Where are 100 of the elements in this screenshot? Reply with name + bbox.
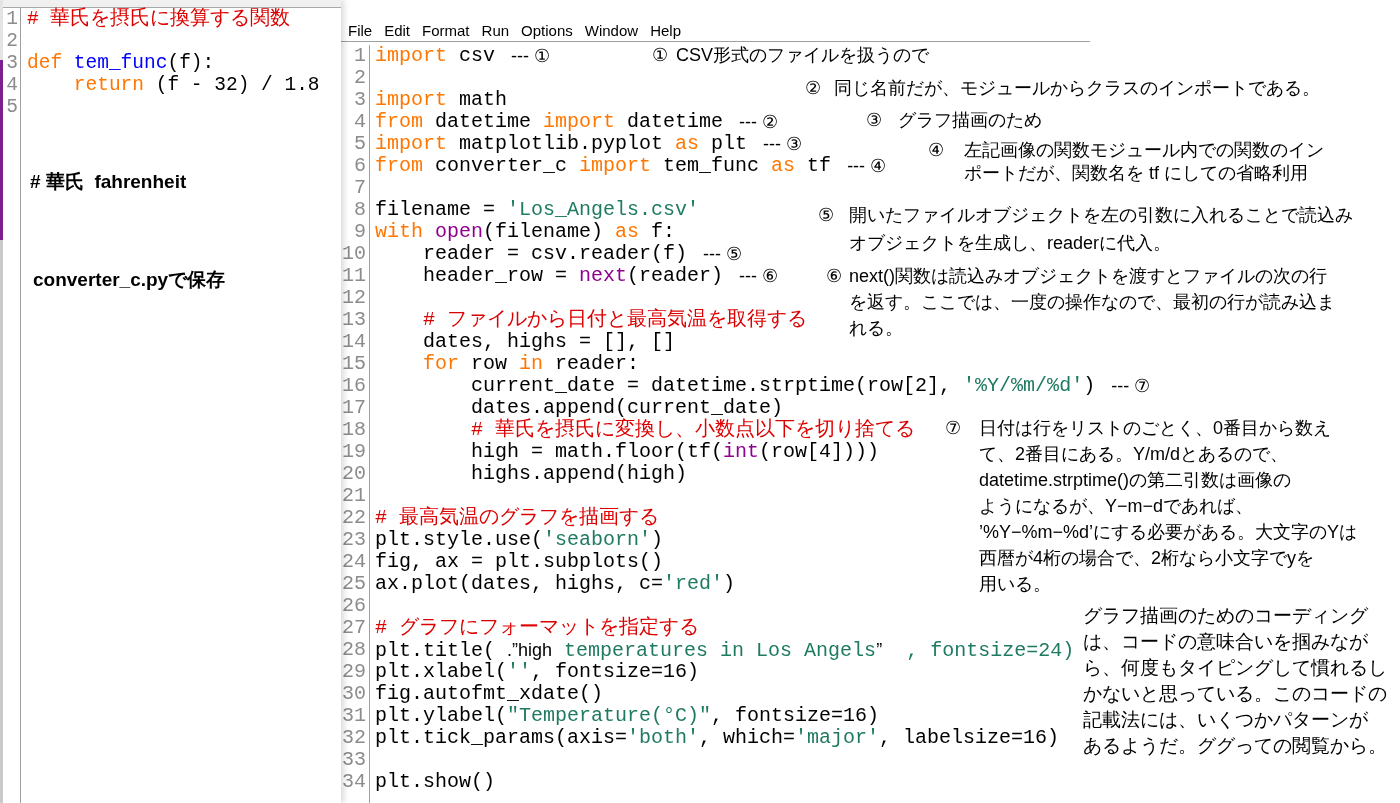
line-number: 29	[342, 661, 366, 683]
line-number: 16	[342, 375, 366, 397]
callout-number: ⑥	[826, 265, 842, 288]
line-number: 3	[354, 89, 366, 111]
code-line: def tem_func(f):	[27, 52, 215, 74]
line-number: 34	[342, 771, 366, 793]
line-number: 28	[342, 639, 366, 661]
line-number: 22	[342, 507, 366, 529]
note-text: converter_c.pyで保存	[33, 268, 226, 292]
line-number: 4	[354, 111, 366, 133]
callout-marker: --- ②	[739, 111, 779, 133]
code-line: # ファイルから日付と最高気温を取得する	[423, 309, 808, 331]
callout-marker: --- ③	[763, 133, 803, 155]
code-line: fig, ax = plt.subplots()	[375, 551, 664, 573]
callout-marker: --- ⑤	[703, 243, 743, 265]
code-line: plt.xlabel('', fontsize=16)	[375, 661, 700, 683]
code-line: reader = csv.reader(f)	[423, 243, 688, 265]
annotation-text: 左記画像の関数モジュール内での関数のイン ポートだが、関数名を tf にしての省略利用	[964, 139, 1324, 185]
code-line: # 華氏を摂氏に変換し、小数点以下を切り捨てる	[471, 419, 916, 441]
line-number: 32	[342, 727, 366, 749]
annotation-text: 開いたファイルオブジェクトを左の引数に入れることで読込み オブジェクトを生成し、readerに代入。	[849, 204, 1353, 255]
menu-item[interactable]: File	[348, 21, 373, 40]
annotation-text: 同じ名前だが、モジュールからクラスのインポートである。	[834, 77, 1320, 100]
menu-item[interactable]: Window	[584, 21, 639, 40]
callout-marker: --- ④	[847, 155, 887, 177]
line-number: 13	[342, 309, 366, 331]
line-number: 33	[342, 749, 366, 771]
note-text: # 華氏 fahrenheit	[30, 170, 188, 194]
code-line: from converter_c import tem_func as tf	[375, 155, 832, 177]
line-number: 8	[354, 199, 366, 221]
code-line: filename = 'Los_Angels.csv'	[375, 199, 700, 221]
code-line: current_date = datetime.strptime(row[2], '%Y/%m/%d')	[471, 375, 1096, 397]
code-line: import math	[375, 89, 508, 111]
code-line: ax.plot(dates, highs, c='red')	[375, 573, 736, 595]
code-line: # グラフにフォーマットを指定する	[375, 617, 699, 639]
line-number: 21	[342, 485, 366, 507]
annotation-text: CSV形式のファイルを扱うので	[676, 44, 929, 67]
line-number: 1	[6, 8, 18, 30]
code-line: # 最高気温のグラフを描画する	[375, 507, 659, 529]
line-number: 19	[342, 441, 366, 463]
code-line: from datetime import datetime	[375, 111, 724, 133]
code-line: dates, highs = [], []	[423, 331, 676, 353]
line-number: 3	[6, 52, 18, 74]
code-line: for row in reader:	[423, 353, 640, 375]
callout-marker: --- ⑦	[1111, 375, 1151, 397]
line-number: 6	[354, 155, 366, 177]
code-line: fig.autofmt_xdate()	[375, 683, 604, 705]
line-number: 2	[354, 67, 366, 89]
code-line: # 華氏を摂氏に換算する関数	[27, 8, 291, 30]
line-number: 18	[342, 419, 366, 441]
callout-number: ⑦	[945, 417, 961, 440]
line-number: 12	[342, 287, 366, 309]
line-number: 5	[354, 133, 366, 155]
line-number: 31	[342, 705, 366, 727]
line-number: 25	[342, 573, 366, 595]
code-line: plt.style.use('seaborn')	[375, 529, 664, 551]
code-line: plt.ylabel("Temperature(°C)", fontsize=16)	[375, 705, 880, 727]
code-line: plt.tick_params(axis='both', which='major', labelsize=16)	[375, 727, 1060, 749]
line-number: 27	[342, 617, 366, 639]
code-line: highs.append(high)	[471, 463, 688, 485]
line-number: 7	[354, 177, 366, 199]
line-number: 26	[342, 595, 366, 617]
line-number: 23	[342, 529, 366, 551]
line-number: 9	[354, 221, 366, 243]
callout-number: ②	[805, 77, 821, 100]
code-line: return (f - 32) / 1.8	[73, 74, 320, 96]
line-number: 17	[342, 397, 366, 419]
code-line: import csv	[375, 45, 496, 67]
code-line: high = math.floor(tf(int(row[4])))	[471, 441, 880, 463]
menu-item[interactable]: Edit	[384, 21, 411, 40]
line-number: 1	[354, 45, 366, 67]
annotation-text: グラフ描画のためのコーディング は、コードの意味合いを掴みなが ら、何度もタイピングして慣れるし かないと思っている。このコードの 記載法には、いくつかパターンが あるようだ。ググっての閲覧から。	[1083, 604, 1387, 758]
annotation-text: グラフ描画のため	[898, 109, 1042, 132]
menu-item[interactable]: Run	[481, 21, 510, 40]
callout-number: ④	[928, 139, 944, 162]
code-line: with open(filename) as f:	[375, 221, 676, 243]
code-line: plt.show()	[375, 771, 496, 793]
callout-marker: --- ①	[511, 45, 550, 67]
code-line: header_row = next(reader)	[423, 265, 724, 287]
line-number: 30	[342, 683, 366, 705]
menu-item[interactable]: Format	[422, 21, 470, 40]
code-line: dates.append(current_date)	[471, 397, 784, 419]
line-number: 14	[342, 331, 366, 353]
annotation-text: 日付は行をリストのごとく、0番目から数え て、2番目にある。Y/m/dとあるので、 datetime.strptime()の第二引数は画像の ようになるが、Y−m−dであれば、 ’%Y−%m−%d’にする必要がある。大文字のYは 西暦が4桁の場合で、2桁なら小文字でyを 用いる。	[979, 417, 1358, 596]
menu-item[interactable]: Options	[521, 21, 573, 40]
line-number: 15	[342, 353, 366, 375]
callout-number: ⑤	[818, 204, 834, 227]
line-number: 5	[6, 96, 18, 118]
code-line: import matplotlib.pyplot as plt	[375, 133, 748, 155]
callout-marker: --- ⑥	[739, 265, 779, 287]
line-number: 11	[342, 265, 366, 287]
line-number: 20	[342, 463, 366, 485]
line-number: 4	[6, 74, 18, 96]
line-number: 10	[342, 243, 366, 265]
menu-item[interactable]: Help	[650, 21, 681, 40]
callout-number: ③	[866, 109, 882, 132]
line-number: 24	[342, 551, 366, 573]
code-line: plt.title( .”high temperatures in Los Angels” , fontsize=24)	[375, 638, 1075, 662]
line-number: 2	[6, 30, 18, 52]
callout-number: ①	[652, 44, 668, 67]
